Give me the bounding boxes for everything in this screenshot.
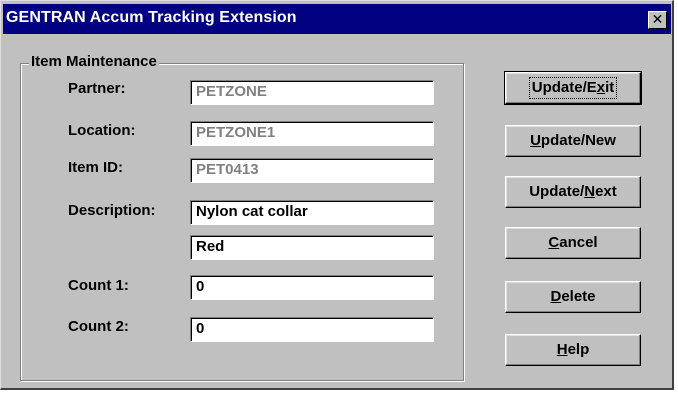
- delete-button[interactable]: Delete: [505, 281, 641, 313]
- group-title: Item Maintenance: [29, 53, 159, 70]
- update-next-button[interactable]: Update/Next: [505, 176, 641, 208]
- cancel-button[interactable]: Cancel: [505, 227, 641, 259]
- count2-label: Count 2:: [68, 318, 129, 335]
- description-label: Description:: [68, 202, 156, 219]
- update-next-label: Update/Next: [529, 183, 617, 200]
- update-exit-label: Update/Exit: [528, 77, 618, 99]
- help-button[interactable]: Help: [505, 334, 641, 366]
- window-title: GENTRAN Accum Tracking Extension: [6, 9, 297, 26]
- update-new-label: Update/New: [530, 132, 616, 149]
- update-new-button[interactable]: Update/New: [505, 125, 641, 157]
- item-id-label: Item ID:: [68, 159, 124, 176]
- partner-label: Partner:: [68, 80, 126, 97]
- close-icon: ✕: [651, 11, 664, 27]
- close-button[interactable]: ✕: [648, 11, 667, 29]
- description-field-2[interactable]: Red: [190, 235, 434, 260]
- help-label: Help: [556, 341, 590, 358]
- location-label: Location:: [68, 122, 136, 139]
- count1-field[interactable]: 0: [190, 275, 434, 300]
- delete-label: Delete: [550, 288, 596, 305]
- partner-field: PETZONE: [190, 80, 434, 105]
- update-exit-button[interactable]: Update/Exit: [504, 71, 642, 105]
- title-bar[interactable]: GENTRAN Accum Tracking Extension ✕: [3, 4, 671, 34]
- location-field: PETZONE1: [190, 121, 434, 146]
- count1-label: Count 1:: [68, 277, 129, 294]
- item-id-field: PET0413: [190, 158, 434, 183]
- count2-field[interactable]: 0: [190, 317, 434, 342]
- description-field[interactable]: Nylon cat collar: [190, 200, 434, 225]
- cancel-label: Cancel: [548, 234, 598, 251]
